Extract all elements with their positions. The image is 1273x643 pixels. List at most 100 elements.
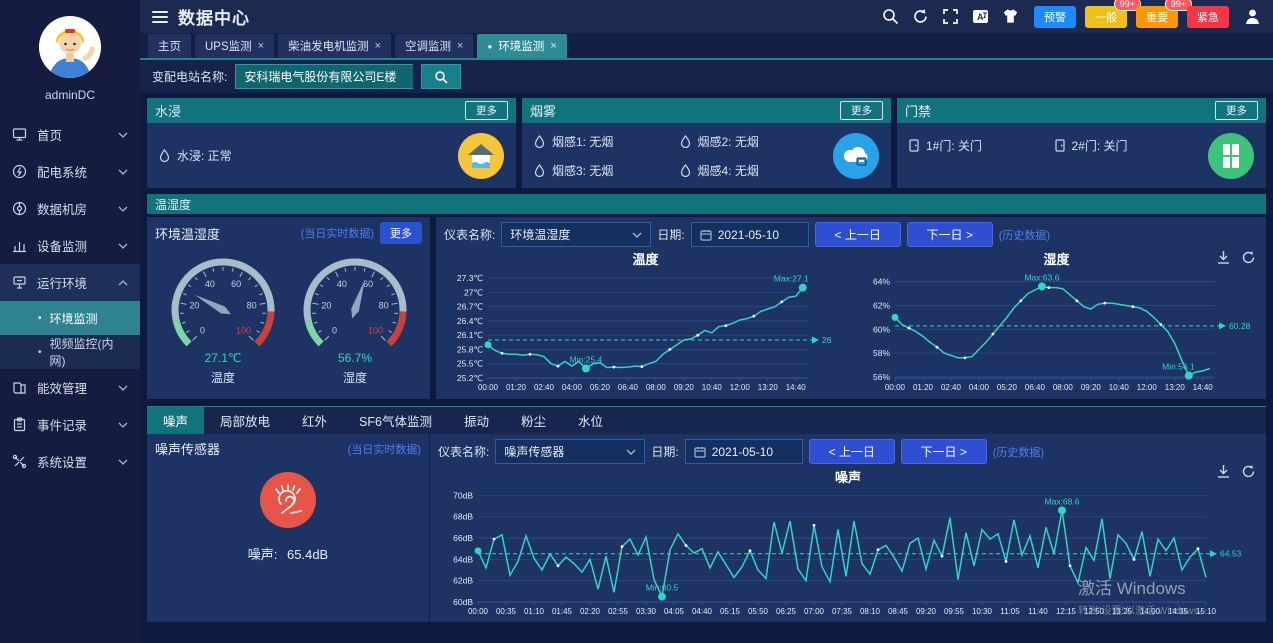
svg-text:100: 100 bbox=[367, 326, 382, 336]
sidebar-item-7[interactable]: 系统设置 bbox=[0, 443, 140, 480]
sidebar-item-label: 配电系统 bbox=[37, 162, 118, 181]
noise-io-icons bbox=[1216, 464, 1256, 479]
refresh-icon[interactable] bbox=[912, 8, 929, 25]
date-picker[interactable]: 2021-05-10 bbox=[691, 222, 809, 247]
sidebar-subitem-4-0[interactable]: •环境监测 bbox=[0, 301, 140, 335]
svg-text:A: A bbox=[977, 12, 984, 22]
sidebar-item-1[interactable]: 配电系统 bbox=[0, 153, 140, 190]
avatar-image bbox=[39, 16, 101, 78]
svg-text:01:20: 01:20 bbox=[506, 383, 527, 392]
noise-history-link[interactable]: (历史数据) bbox=[993, 444, 1044, 460]
tab-0[interactable]: 主页 bbox=[148, 34, 191, 58]
door-small-icon bbox=[1055, 139, 1065, 152]
history-data-link[interactable]: (历史数据) bbox=[999, 227, 1050, 243]
sidebar-menu: 首页配电系统数据机房设备监测运行环境•环境监测•视频监控(内网)能效管理事件记录… bbox=[0, 116, 140, 643]
svg-text:68dB: 68dB bbox=[453, 512, 473, 522]
sidebar-item-label: 事件记录 bbox=[37, 415, 118, 434]
door-panel-title: 门禁 bbox=[905, 101, 931, 120]
alarm-badge-1[interactable]: 一般99+ bbox=[1085, 6, 1127, 28]
svg-text:100: 100 bbox=[235, 326, 250, 336]
sensor-tab-1[interactable]: 局部放电 bbox=[204, 407, 286, 434]
tab-close-icon[interactable]: × bbox=[457, 40, 463, 52]
svg-text:01:10: 01:10 bbox=[524, 607, 545, 616]
menu-toggle-icon[interactable] bbox=[152, 11, 168, 23]
download-icon[interactable] bbox=[1216, 250, 1231, 265]
svg-text:62%: 62% bbox=[873, 300, 890, 310]
noise-meter-select[interactable]: 噪声传感器 bbox=[495, 439, 645, 464]
sidebar-subitem-4-1[interactable]: •视频监控(内网) bbox=[0, 335, 140, 369]
chevron-down-icon bbox=[118, 243, 128, 249]
tab-close-icon[interactable]: × bbox=[550, 40, 556, 52]
noise-prev-day-button[interactable]: < 上一日 bbox=[809, 439, 895, 464]
svg-text:08:00: 08:00 bbox=[1053, 383, 1074, 392]
svg-text:26.4℃: 26.4℃ bbox=[457, 316, 484, 326]
sensor-tab-5[interactable]: 粉尘 bbox=[505, 407, 562, 434]
svg-text:40: 40 bbox=[204, 279, 214, 289]
noise-realtime-link[interactable]: (当日实时数据) bbox=[348, 441, 421, 457]
temperature-chart-title: 温度 bbox=[444, 249, 847, 265]
svg-text:04:05: 04:05 bbox=[664, 607, 685, 616]
sidebar: adminDC 首页配电系统数据机房设备监测运行环境•环境监测•视频监控(内网)… bbox=[0, 0, 140, 643]
prev-day-button[interactable]: < 上一日 bbox=[815, 222, 901, 247]
tab-close-icon[interactable]: × bbox=[375, 40, 381, 52]
user-icon[interactable] bbox=[1244, 8, 1261, 25]
refresh-chart-icon[interactable] bbox=[1241, 250, 1256, 265]
download-icon[interactable] bbox=[1216, 464, 1231, 479]
sensor-panel: 噪声局部放电红外SF6气体监测振动粉尘水位 噪声传感器 (当日实时数据) bbox=[147, 406, 1266, 622]
device-icon bbox=[12, 238, 27, 253]
sensor-tab-2[interactable]: 红外 bbox=[286, 407, 343, 434]
tab-1[interactable]: UPS监测× bbox=[195, 34, 274, 58]
svg-text:03:30: 03:30 bbox=[636, 607, 657, 616]
gauge-more-button[interactable]: 更多 bbox=[380, 222, 422, 244]
sidebar-item-4[interactable]: 运行环境 bbox=[0, 264, 140, 301]
sidebar-item-2[interactable]: 数据机房 bbox=[0, 190, 140, 227]
filter-bar: 变配电站名称: bbox=[140, 60, 1273, 93]
sensor-tab-4[interactable]: 振动 bbox=[448, 407, 505, 434]
translate-icon[interactable]: A bbox=[972, 8, 989, 25]
door-more-button[interactable]: 更多 bbox=[1215, 101, 1258, 120]
theme-skin-icon[interactable] bbox=[1002, 8, 1019, 25]
station-search-button[interactable] bbox=[421, 64, 461, 89]
alarm-badge-3[interactable]: 紧急 bbox=[1187, 6, 1229, 28]
smoke-status-list: 烟感1: 无烟烟感2: 无烟烟感3: 无烟烟感4: 无烟 bbox=[534, 133, 825, 179]
chevron-down-icon bbox=[118, 169, 128, 175]
next-day-button[interactable]: 下一日 > bbox=[907, 222, 993, 247]
svg-text:60dB: 60dB bbox=[453, 597, 473, 607]
realtime-data-link[interactable]: (当日实时数据) bbox=[301, 225, 374, 241]
noise-next-day-button[interactable]: 下一日 > bbox=[901, 439, 987, 464]
sidebar-item-5[interactable]: 能效管理 bbox=[0, 369, 140, 406]
fullscreen-icon[interactable] bbox=[942, 8, 959, 25]
smoke-more-button[interactable]: 更多 bbox=[840, 101, 883, 120]
sidebar-item-0[interactable]: 首页 bbox=[0, 116, 140, 153]
noise-date-picker[interactable]: 2021-05-10 bbox=[685, 439, 803, 464]
svg-text:58%: 58% bbox=[873, 348, 890, 358]
sensor-tab-3[interactable]: SF6气体监测 bbox=[343, 407, 448, 434]
noise-chart: 70dB68dB66dB64dB62dB60dB00:0000:3501:100… bbox=[438, 483, 1248, 617]
temperature-chart: 27.3℃27℃26.7℃26.4℃26.1℃25.8℃25.5℃25.2℃00… bbox=[444, 265, 844, 393]
tab-3[interactable]: 空调监测× bbox=[395, 34, 473, 58]
refresh-chart-icon[interactable] bbox=[1241, 464, 1256, 479]
meter-select[interactable]: 环境温湿度 bbox=[501, 222, 651, 247]
sensor-tab-0[interactable]: 噪声 bbox=[147, 407, 204, 434]
sensor-tab-6[interactable]: 水位 bbox=[562, 407, 619, 434]
noise-reading: 噪声: 65.4dB bbox=[155, 544, 421, 563]
svg-text:26: 26 bbox=[822, 335, 832, 345]
sidebar-item-3[interactable]: 设备监测 bbox=[0, 227, 140, 264]
datacenter-icon bbox=[12, 201, 27, 216]
humidity-chart-block: 湿度 64%62%60%58%56%00:0001:2002:4004:0005… bbox=[855, 249, 1258, 398]
avatar[interactable] bbox=[39, 16, 101, 78]
tab-close-icon[interactable]: × bbox=[258, 40, 264, 52]
door-panel: 门禁 更多 1#门: 关门2#门: 关门 bbox=[897, 98, 1266, 188]
svg-text:56.7%: 56.7% bbox=[337, 351, 371, 365]
alarm-badge-2[interactable]: 重要99+ bbox=[1136, 6, 1178, 28]
tab-4[interactable]: ●环境监测× bbox=[477, 34, 566, 58]
tab-2[interactable]: 柴油发电机监测× bbox=[278, 34, 391, 58]
sidebar-item-6[interactable]: 事件记录 bbox=[0, 406, 140, 443]
search-icon[interactable] bbox=[882, 8, 899, 25]
station-name-input[interactable] bbox=[235, 64, 413, 89]
svg-text:60: 60 bbox=[231, 279, 241, 289]
water-more-button[interactable]: 更多 bbox=[465, 101, 508, 120]
status-item: 1#门: 关门 bbox=[909, 137, 1055, 154]
temp-humidity-section-title: 温湿度 bbox=[147, 194, 1266, 214]
alarm-badge-0[interactable]: 预警 bbox=[1034, 6, 1076, 28]
